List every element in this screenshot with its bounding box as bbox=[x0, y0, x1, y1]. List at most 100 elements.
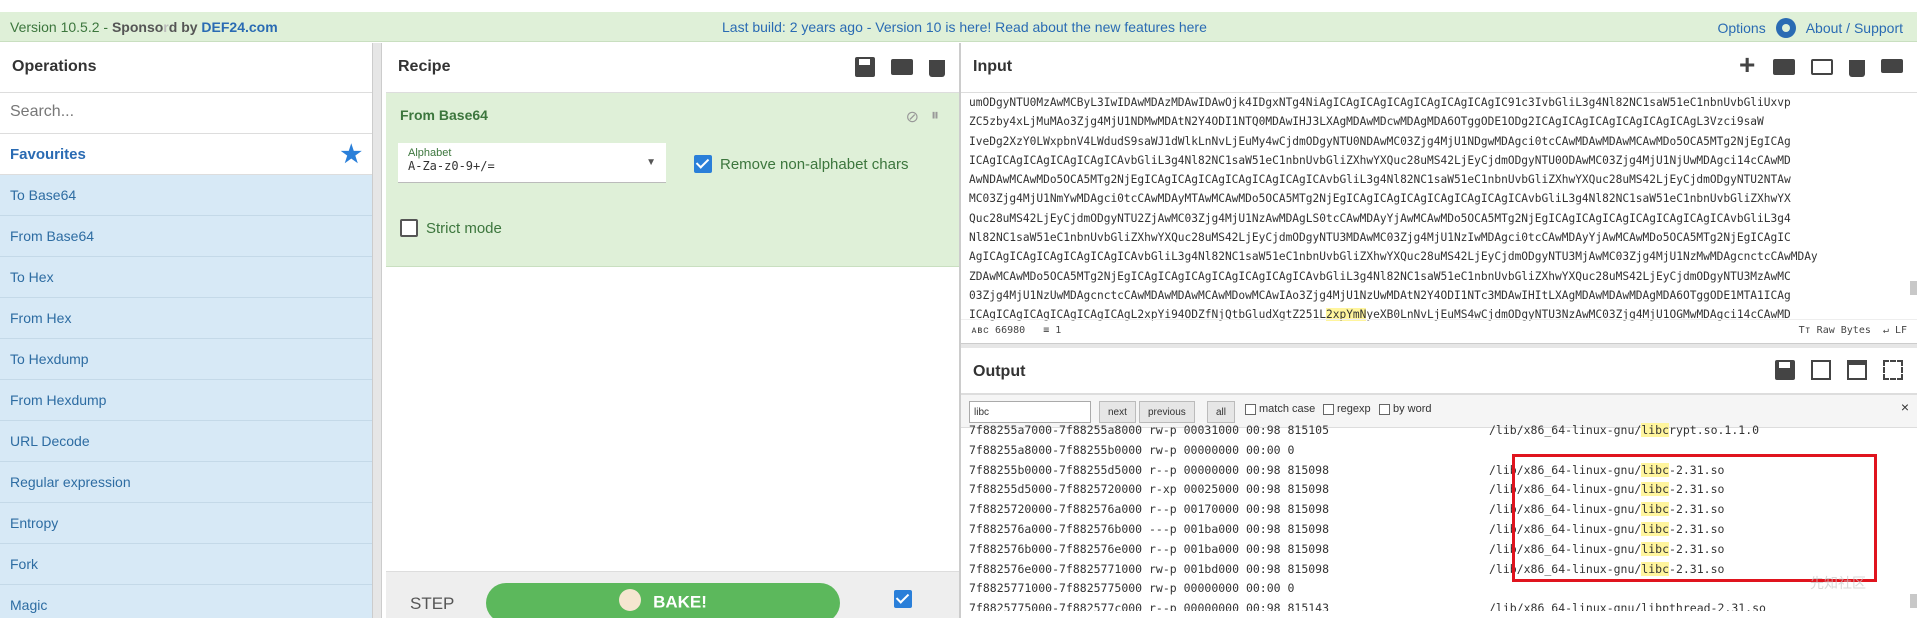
folder-icon[interactable] bbox=[891, 59, 913, 75]
memory-range: 7f88255a7000-7f88255a8000 rw-p 00031000 … bbox=[969, 423, 1330, 437]
sponsored-label: Sponso bbox=[111, 19, 164, 35]
by-word-option[interactable]: by word bbox=[1379, 403, 1432, 415]
operation-item[interactable]: Fork bbox=[0, 544, 372, 585]
save-icon[interactable] bbox=[1775, 360, 1795, 380]
output-title: Output bbox=[973, 363, 1026, 380]
checkbox-unchecked[interactable] bbox=[400, 219, 418, 237]
memory-range: 7f8825771000-7f8825775000 rw-p 00000000 … bbox=[969, 581, 1295, 596]
checkbox-checked[interactable] bbox=[694, 155, 712, 173]
remove-non-alphabet-label: Remove non-alphabet chars bbox=[720, 155, 909, 173]
plus-icon[interactable] bbox=[1737, 49, 1757, 81]
search-next-button[interactable]: next bbox=[1099, 401, 1136, 423]
operation-item[interactable]: Regular expression bbox=[0, 462, 372, 503]
trash-icon[interactable] bbox=[1847, 57, 1867, 77]
step-button[interactable]: STEP bbox=[410, 594, 454, 614]
line-count: 1 bbox=[1055, 325, 1062, 336]
copy-icon[interactable] bbox=[1811, 360, 1831, 380]
alphabet-value: A-Za-z0-9+/= bbox=[408, 159, 495, 173]
match-case-option[interactable]: match case bbox=[1245, 403, 1315, 415]
remove-non-alphabet-option[interactable]: Remove non-alphabet chars bbox=[694, 155, 908, 173]
input-line: 03Zjg4MjU1NzUwMDAgcnctcCAwMDAwMDAwMCAwMD… bbox=[969, 288, 1791, 302]
input-panel: Input umODgyNTU0MzAwMCByL3IwIDAwMDAzMDAw… bbox=[961, 43, 1917, 343]
recipe-title: Recipe bbox=[398, 58, 451, 75]
search-all-button[interactable]: all bbox=[1207, 401, 1236, 423]
operation-item[interactable]: Entropy bbox=[0, 503, 372, 544]
chef-icon bbox=[619, 589, 642, 611]
star-icon[interactable]: ★ bbox=[340, 140, 362, 169]
regexp-checkbox[interactable] bbox=[1323, 403, 1334, 415]
output-scrollbar[interactable] bbox=[1910, 594, 1917, 608]
mapped-path: /lib/x86_64-linux-gnu/libcrypt.so.1.1.0 bbox=[1489, 423, 1760, 437]
alphabet-label: Alphabet bbox=[408, 147, 452, 159]
alphabet-select[interactable]: Alphabet A-Za-z0-9+/= ▼ bbox=[398, 143, 666, 183]
top-banner: Version 10.5.2 - Sponsord by DEF24.com L… bbox=[0, 12, 1917, 42]
match-case-checkbox[interactable] bbox=[1245, 403, 1256, 415]
from-base64-operation: From Base64 ⊘ ⏸ Alphabet A-Za-z0-9+/= ▼ … bbox=[386, 93, 959, 267]
input-line: AgICAgICAgICAgICAgICAgICAvbGliL3g4Nl82NC… bbox=[969, 250, 1818, 264]
match-case-label: match case bbox=[1259, 403, 1316, 415]
last-build-notice[interactable]: Last build: 2 years ago - Version 10 is … bbox=[722, 19, 1207, 35]
favourites-category[interactable]: Favourites ★ bbox=[0, 134, 372, 175]
input-line: IveDg2XzY0LWxpbnV4LWdudS9saWJ1dWlkLnNvLj… bbox=[969, 134, 1791, 148]
regexp-option[interactable]: regexp bbox=[1323, 403, 1371, 415]
recipe-header: Recipe bbox=[386, 43, 959, 93]
options-link[interactable]: Options bbox=[1717, 20, 1765, 36]
operation-item[interactable]: To Hex bbox=[0, 257, 372, 298]
trash-icon[interactable] bbox=[927, 57, 947, 77]
operation-item[interactable]: From Base64 bbox=[0, 216, 372, 257]
memory-range: 7f88255a8000-7f88255b0000 rw-p 00000000 … bbox=[969, 442, 1295, 457]
input-line: MC03Zjg4MjU1NmYwMDAgci0tcCAwMDAyMTAwMCAw… bbox=[969, 192, 1791, 206]
input-encoding[interactable]: Tт Raw Bytes ↵ LF bbox=[1799, 325, 1907, 336]
bake-button[interactable]: BAKE! bbox=[486, 583, 840, 618]
output-row: 7f8825771000-7f8825775000 rw-p 00000000 … bbox=[969, 579, 1899, 599]
replace-input-icon[interactable] bbox=[1847, 360, 1867, 380]
version-text: Version 10.5.2 - Sponsord by DEF24.com bbox=[10, 19, 278, 35]
operation-item[interactable]: Magic bbox=[0, 585, 372, 618]
operations-panel: Operations Favourites ★ To Base64 From B… bbox=[0, 43, 372, 618]
pause-icon[interactable]: ⏸ bbox=[931, 107, 939, 127]
input-textarea[interactable]: umODgyNTU0MzAwMCByL3IwIDAwMDAzMDAwIDAwOj… bbox=[969, 93, 1909, 325]
memory-range: 7f882576e000-7f8825771000 rw-p 001bd000 … bbox=[969, 561, 1330, 576]
bake-bar: STEP BAKE! bbox=[386, 571, 959, 618]
input-line: ICAgICAgICAgICAgICAgICAvbGliL3g4Nl82NC1s… bbox=[969, 153, 1791, 167]
memory-range: 7f8825775000-7f882577c000 r--p 00000000 … bbox=[969, 601, 1330, 611]
watermark: 先知社区 bbox=[1810, 575, 1866, 591]
operation-item[interactable]: URL Decode bbox=[0, 421, 372, 462]
operation-item[interactable]: From Hexdump bbox=[0, 380, 372, 421]
eol-label: LF bbox=[1894, 325, 1907, 336]
raw-bytes-label: Raw Bytes bbox=[1816, 325, 1871, 336]
strict-mode-option[interactable]: Strict mode bbox=[400, 219, 502, 237]
folder-icon[interactable] bbox=[1773, 59, 1795, 75]
by-word-label: by word bbox=[1393, 403, 1432, 415]
layout-icon[interactable] bbox=[1881, 59, 1903, 73]
bake-label: BAKE! bbox=[653, 592, 707, 612]
input-stats: ᴀʙᴄ 66980 ≡ 1 bbox=[971, 325, 1062, 336]
save-icon[interactable] bbox=[855, 57, 875, 77]
output-search-input[interactable] bbox=[969, 401, 1091, 423]
output-row: 7f88255a7000-7f88255a8000 rw-p 00031000 … bbox=[969, 421, 1899, 441]
gear-icon[interactable] bbox=[1775, 18, 1796, 38]
operation-item[interactable]: To Base64 bbox=[0, 175, 372, 216]
operations-search-input[interactable] bbox=[10, 103, 362, 121]
input-line: Nl82NC1saW51eC1nbnUvbGliZXhwYXQuc28uMS42… bbox=[969, 231, 1791, 245]
about-support-link[interactable]: About / Support bbox=[1806, 20, 1903, 36]
output-header: Output bbox=[961, 348, 1917, 394]
operation-item[interactable]: From Hex bbox=[0, 298, 372, 339]
regexp-label: regexp bbox=[1337, 403, 1371, 415]
maximise-icon[interactable] bbox=[1883, 360, 1903, 380]
by-word-checkbox[interactable] bbox=[1379, 403, 1390, 415]
close-icon[interactable]: × bbox=[1901, 399, 1909, 415]
input-title: Input bbox=[973, 58, 1013, 75]
ops-recipe-divider[interactable] bbox=[372, 43, 382, 618]
def24-link[interactable]: DEF24.com bbox=[201, 19, 277, 35]
input-scrollbar[interactable] bbox=[1910, 281, 1917, 295]
operation-item[interactable]: To Hexdump bbox=[0, 339, 372, 380]
memory-range: 7f882576b000-7f882576e000 r--p 001ba000 … bbox=[969, 541, 1330, 556]
search-previous-button[interactable]: previous bbox=[1139, 401, 1195, 423]
strict-mode-label: Strict mode bbox=[426, 219, 502, 237]
disable-icon[interactable]: ⊘ bbox=[906, 107, 919, 127]
open-file-icon[interactable] bbox=[1811, 59, 1833, 75]
version-label: Version 10.5.2 - bbox=[10, 19, 112, 35]
output-row: 7f8825775000-7f882577c000 r--p 00000000 … bbox=[969, 599, 1899, 611]
auto-bake-checkbox[interactable] bbox=[894, 590, 912, 608]
